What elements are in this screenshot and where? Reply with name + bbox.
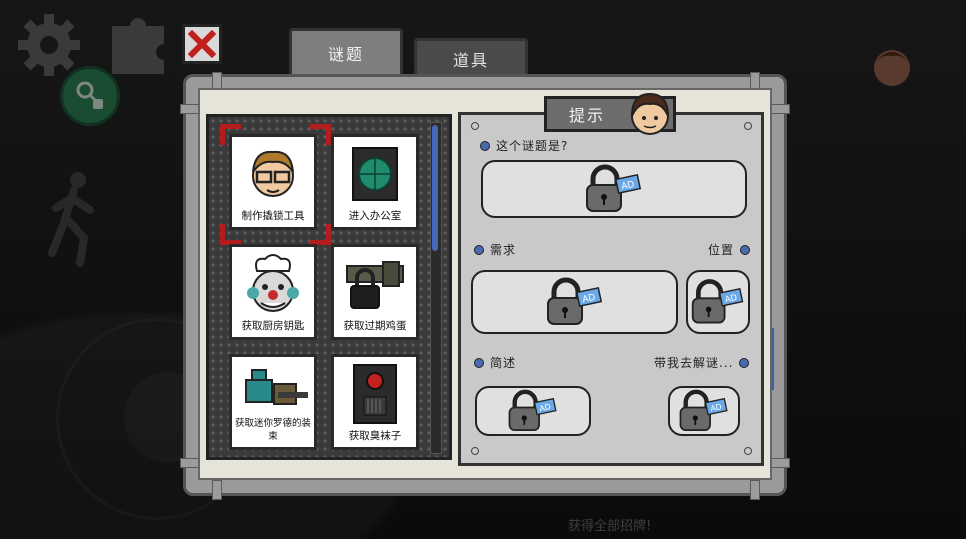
puzzle-label: 制作撬锁工具 — [241, 210, 305, 222]
question-label: 这个谜题是? — [480, 137, 568, 154]
close-icon — [188, 30, 216, 58]
bullet-dot — [739, 357, 750, 368]
screw — [471, 122, 479, 130]
screw — [744, 122, 752, 130]
hint-describe-locked[interactable]: AD — [475, 386, 591, 436]
puzzle-scrollbar[interactable] — [430, 122, 442, 454]
locked-ad-icon: AD — [586, 164, 642, 212]
puzzle-label: 获取迷你罗德的装束 — [234, 418, 311, 442]
locked-ad-icon: AD — [679, 389, 728, 432]
hint-need-locked[interactable]: AD — [471, 270, 678, 334]
location-label: 位置 — [708, 241, 751, 258]
puzzle-card[interactable]: 获取迷你罗德的装束 — [229, 354, 317, 450]
bullet-dot — [474, 357, 484, 368]
puzzle-card[interactable]: 获取臭袜子 — [331, 354, 419, 450]
frame-pipe — [212, 480, 222, 500]
nerd-face-icon — [252, 150, 294, 197]
scrollbar-thumb[interactable] — [432, 125, 438, 251]
hint-character-icon — [631, 92, 669, 135]
mini-rod-outfit-icon — [245, 369, 308, 405]
puzzle-label: 获取厨房钥匙 — [241, 320, 305, 332]
padlock-hasp-icon — [346, 261, 404, 309]
puzzle-label: 获取过期鸡蛋 — [343, 320, 407, 332]
puzzle-label: 进入办公室 — [348, 210, 402, 222]
footer-text: 获得全部招牌! — [568, 519, 652, 534]
tab-items[interactable]: 道具 — [414, 38, 528, 76]
red-button-box-icon — [353, 364, 397, 424]
puzzle-card[interactable]: 进入办公室 — [331, 134, 419, 230]
puzzle-label: 获取臭袜子 — [348, 430, 402, 442]
chef-clown-icon — [247, 254, 299, 312]
locked-ad-icon: AD — [546, 277, 602, 325]
bullet-dot — [474, 244, 484, 255]
take-me-label: 带我去解谜... — [654, 354, 750, 371]
puzzle-card[interactable]: 获取厨房钥匙 — [229, 244, 317, 340]
puzzle-card[interactable]: 获取过期鸡蛋 — [331, 244, 419, 340]
need-label: 需求 — [474, 241, 516, 258]
bullet-dot — [480, 140, 490, 151]
tab-puzzles[interactable]: 谜题 — [289, 28, 403, 74]
close-button[interactable] — [182, 24, 222, 64]
green-safe-icon — [352, 147, 398, 201]
locked-ad-icon: AD — [691, 279, 744, 324]
puzzle-card[interactable]: 制作撬锁工具 — [229, 134, 317, 230]
screw — [471, 447, 479, 455]
hint-question-locked[interactable]: AD — [481, 160, 747, 218]
bullet-dot — [740, 244, 751, 255]
screw — [744, 447, 752, 455]
frame-pipe — [750, 480, 760, 500]
describe-label: 简述 — [474, 354, 516, 371]
hint-take-me-locked[interactable]: AD — [668, 386, 740, 436]
locked-ad-icon: AD — [508, 389, 557, 432]
hint-location-locked[interactable]: AD — [686, 270, 750, 334]
